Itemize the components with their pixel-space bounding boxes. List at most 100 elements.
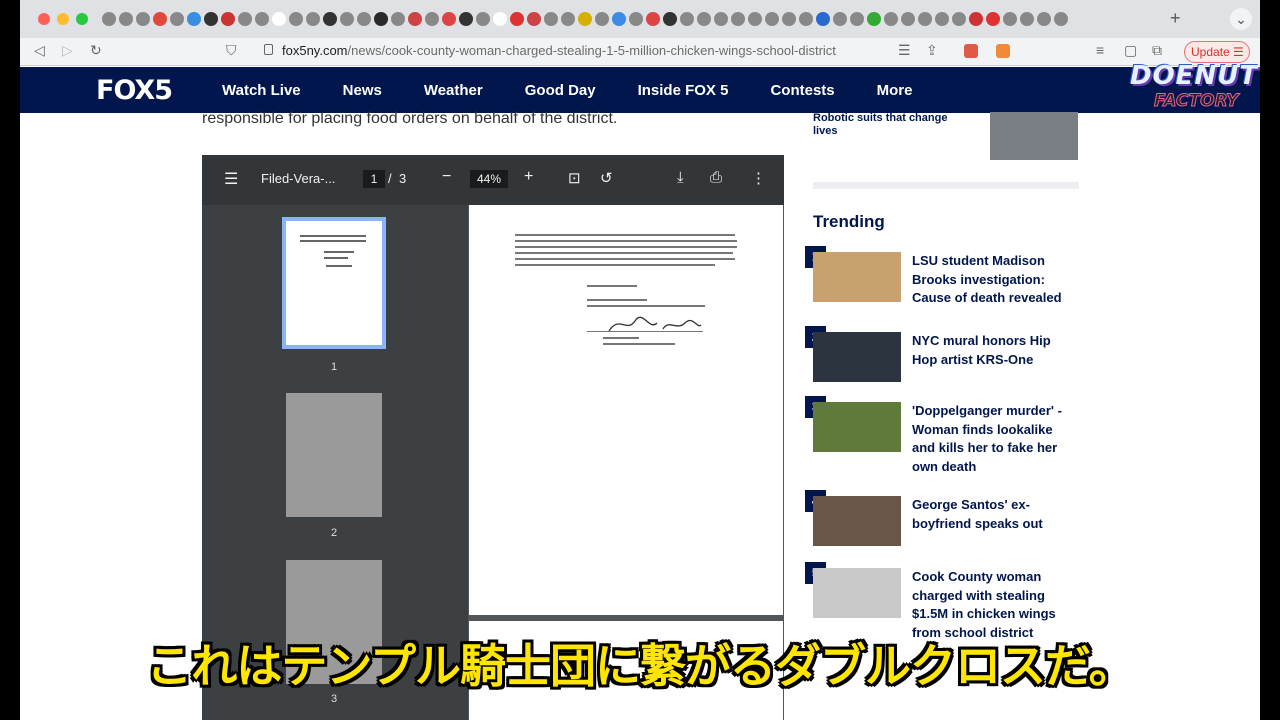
tab-favicon-icon[interactable] (527, 12, 541, 26)
tab-favicon-icon[interactable] (170, 12, 184, 26)
tab-favicon-icon[interactable] (340, 12, 354, 26)
close-window-button[interactable] (38, 13, 50, 25)
update-button[interactable]: Update ☰ (1184, 41, 1250, 63)
tab-favicon-icon[interactable] (748, 12, 762, 26)
tab-favicon-icon[interactable] (306, 12, 320, 26)
tab-favicon-icon[interactable] (1020, 12, 1034, 26)
reader-icon[interactable]: ☰ (898, 42, 911, 59)
forward-icon[interactable]: ▷ (62, 42, 73, 59)
sidebar-icon[interactable]: ▢ (1124, 42, 1137, 59)
rotate-icon[interactable]: ↺ (600, 169, 613, 187)
maximize-window-button[interactable] (76, 13, 88, 25)
tab-favicon-icon[interactable] (1003, 12, 1017, 26)
tab-favicon-icon[interactable] (238, 12, 252, 26)
page-number-input[interactable]: 1 (363, 170, 385, 188)
tab-favicon-icon[interactable] (408, 12, 422, 26)
tab-favicon-icon[interactable] (952, 12, 966, 26)
tab-favicon-icon[interactable] (884, 12, 898, 26)
tab-search-icon[interactable]: ⌄ (1230, 8, 1252, 30)
tab-favicon-icon[interactable] (1037, 12, 1051, 26)
rail-top-story[interactable]: Robotic suits that change lives (813, 112, 963, 138)
rail-top-story-image[interactable] (990, 112, 1078, 160)
tab-favicon-icon[interactable] (357, 12, 371, 26)
tab-favicon-icon[interactable] (714, 12, 728, 26)
tab-favicon-icon[interactable] (136, 12, 150, 26)
nav-news[interactable]: News (343, 82, 382, 99)
tab-favicon-icon[interactable] (425, 12, 439, 26)
bookmark-icon[interactable]: ⛉ (226, 42, 237, 59)
zoom-in-icon[interactable]: + (524, 168, 533, 186)
tab-favicon-icon[interactable] (476, 12, 490, 26)
tab-favicon-icon[interactable] (578, 12, 592, 26)
print-icon[interactable]: ⎙ (710, 169, 722, 186)
tab-favicon-icon[interactable] (765, 12, 779, 26)
tab-favicon-icon[interactable] (187, 12, 201, 26)
tab-favicon-icon[interactable] (646, 12, 660, 26)
tab-favicon-icon[interactable] (153, 12, 167, 26)
tab-favicon-icon[interactable] (459, 12, 473, 26)
tab-favicon-icon[interactable] (510, 12, 524, 26)
tab-favicon-icon[interactable] (918, 12, 932, 26)
nav-good-day[interactable]: Good Day (525, 82, 596, 99)
tab-favicon-icon[interactable] (204, 12, 218, 26)
trending-thumbnail[interactable] (813, 332, 901, 382)
tab-favicon-icon[interactable] (850, 12, 864, 26)
tab-favicon-icon[interactable] (816, 12, 830, 26)
tab-favicon-icon[interactable] (867, 12, 881, 26)
trending-headline[interactable]: NYC mural honors Hip Hop artist KRS-One (912, 332, 1074, 369)
tab-favicon-icon[interactable] (935, 12, 949, 26)
zoom-input[interactable]: 44% (470, 170, 508, 188)
tab-favicon-icon[interactable] (289, 12, 303, 26)
nav-weather[interactable]: Weather (424, 82, 483, 99)
tab-favicon-icon[interactable] (1054, 12, 1068, 26)
fit-page-icon[interactable]: ⊡ (568, 169, 581, 187)
tab-favicon-icon[interactable] (629, 12, 643, 26)
tab-favicon-icon[interactable] (595, 12, 609, 26)
tab-favicon-icon[interactable] (663, 12, 677, 26)
tab-favicon-icon[interactable] (901, 12, 915, 26)
tab-favicon-icon[interactable] (323, 12, 337, 26)
tab-favicon-icon[interactable] (374, 12, 388, 26)
tab-favicon-icon[interactable] (731, 12, 745, 26)
extension-icon[interactable] (996, 44, 1010, 58)
nav-more[interactable]: More (877, 82, 913, 99)
back-icon[interactable]: ◁ (34, 42, 45, 59)
trending-headline[interactable]: George Santos' ex-boyfriend speaks out (912, 496, 1074, 533)
trending-headline[interactable]: 'Doppelganger murder' - Woman finds look… (912, 402, 1074, 476)
nav-contests[interactable]: Contests (770, 82, 834, 99)
tab-favicon-icon[interactable] (255, 12, 269, 26)
zoom-out-icon[interactable]: − (442, 168, 451, 186)
tab-favicon-icon[interactable] (697, 12, 711, 26)
trending-thumbnail[interactable] (813, 568, 901, 618)
more-options-icon[interactable]: ⋮ (751, 169, 766, 187)
tab-favicon-icon[interactable] (442, 12, 456, 26)
menu-icon[interactable]: ☰ (224, 169, 238, 189)
playlist-icon[interactable]: ≡ (1096, 42, 1104, 58)
window-icon[interactable]: ⧉ (1152, 42, 1162, 59)
tab-favicon-icon[interactable] (221, 12, 235, 26)
tab-favicon-icon[interactable] (119, 12, 133, 26)
tab-favicon-icon[interactable] (969, 12, 983, 26)
tab-favicons[interactable] (102, 12, 1068, 26)
page-thumbnail-1[interactable] (282, 217, 386, 349)
tab-favicon-icon[interactable] (612, 12, 626, 26)
tab-favicon-icon[interactable] (986, 12, 1000, 26)
tab-favicon-icon[interactable] (782, 12, 796, 26)
tab-favicon-icon[interactable] (102, 12, 116, 26)
tab-favicon-icon[interactable] (544, 12, 558, 26)
address-bar[interactable]: fox5ny.com/news/cook-county-woman-charge… (282, 43, 836, 58)
nav-watch-live[interactable]: Watch Live (222, 82, 301, 99)
trending-thumbnail[interactable] (813, 402, 901, 452)
page-thumbnail-2[interactable] (286, 393, 382, 517)
new-tab-button[interactable]: + (1170, 8, 1181, 29)
tab-favicon-icon[interactable] (799, 12, 813, 26)
trending-thumbnail[interactable] (813, 252, 901, 302)
trending-headline[interactable]: LSU student Madison Brooks investigation… (912, 252, 1074, 308)
reload-icon[interactable]: ↻ (90, 42, 102, 59)
trending-thumbnail[interactable] (813, 496, 901, 546)
tab-favicon-icon[interactable] (391, 12, 405, 26)
tab-favicon-icon[interactable] (561, 12, 575, 26)
tab-favicon-icon[interactable] (833, 12, 847, 26)
share-icon[interactable]: ⇪ (926, 42, 938, 59)
download-icon[interactable]: ⤓ (677, 169, 684, 186)
